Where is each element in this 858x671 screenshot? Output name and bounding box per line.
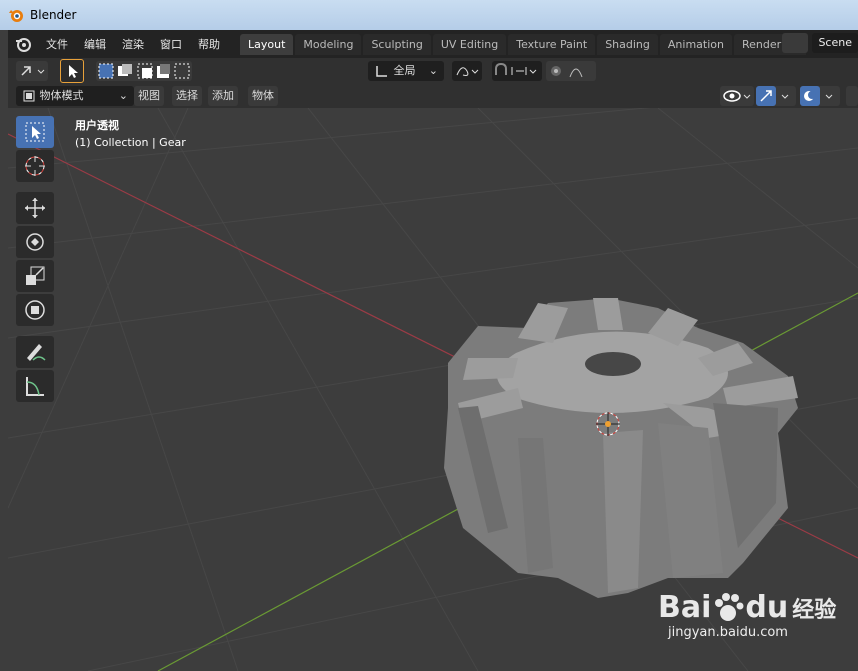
transform-orientation-label: 全局	[393, 64, 416, 77]
selection-mode-icons[interactable]	[96, 61, 192, 81]
select-arrow-icon	[69, 65, 78, 78]
tab-shading[interactable]: Shading	[597, 34, 658, 55]
cursor-icon	[25, 156, 45, 176]
pivot-icon	[21, 66, 45, 76]
overlay-button[interactable]	[800, 86, 840, 106]
collection-label: (1) Collection | Gear	[75, 136, 186, 149]
blender-menu-icon[interactable]	[14, 35, 32, 53]
gizmo-icon	[756, 86, 789, 106]
visibility-button[interactable]	[720, 86, 754, 106]
menu-file[interactable]: 文件	[38, 36, 76, 52]
menu-render[interactable]: 渲染	[114, 36, 152, 52]
snapping-group[interactable]	[492, 61, 542, 81]
tab-animation[interactable]: Animation	[659, 34, 732, 55]
watermark-brand3: 经验	[792, 597, 837, 623]
select-tool-indicator[interactable]	[60, 59, 84, 83]
snap-magnet-icon	[495, 62, 537, 75]
tool-shelf	[16, 116, 56, 404]
scene-name-field[interactable]: Scene	[812, 33, 858, 53]
viewport-info: 用户透视 (1) Collection | Gear	[75, 117, 186, 151]
selection-mode-group	[96, 61, 192, 81]
header-object-menu[interactable]: 物体	[248, 86, 278, 106]
mode-label: 物体模式	[39, 89, 84, 102]
transform-icon	[25, 300, 45, 320]
mode-dropdown[interactable]: 物体模式 ⌄	[16, 86, 134, 106]
tab-uv-editing[interactable]: UV Editing	[432, 34, 507, 55]
proportional-edit-group[interactable]	[546, 61, 596, 81]
transform-orientation-dropdown[interactable]: 全局 ⌄	[368, 61, 444, 81]
watermark-brand2: du	[745, 590, 789, 625]
viewport-scene	[8, 108, 858, 671]
annotate-icon	[27, 344, 46, 361]
proportional-edit-icon	[551, 66, 583, 78]
overlay-icon	[800, 86, 833, 106]
move-icon	[25, 198, 45, 218]
scene-selector: Scene	[782, 33, 858, 53]
scene-browse-button[interactable]	[782, 33, 809, 53]
menu-edit[interactable]: 编辑	[76, 36, 114, 52]
pivot-point-icon	[456, 67, 479, 76]
measure-icon	[26, 377, 44, 396]
orientation-icon	[376, 66, 387, 77]
paw-icon	[715, 592, 744, 621]
move-tool[interactable]	[16, 192, 54, 224]
watermark-brand: Bai	[658, 590, 712, 625]
tab-texture-paint[interactable]: Texture Paint	[508, 34, 596, 55]
tool-settings-bar: 全局 ⌄	[8, 58, 858, 84]
top-bar: 文件 编辑 渲染 窗口 帮助 Layout Modeling Sculpting…	[8, 30, 858, 58]
main-menu: 文件 编辑 渲染 窗口 帮助	[8, 35, 228, 53]
header-add-menu[interactable]: 添加	[208, 86, 238, 106]
select-box-tool[interactable]	[16, 116, 54, 148]
select-box-icon	[25, 122, 45, 142]
header-view-menu[interactable]: 视图	[134, 86, 164, 106]
menu-window[interactable]: 窗口	[152, 36, 190, 52]
xray-button[interactable]	[846, 86, 858, 106]
transform-pivot-button[interactable]	[16, 61, 48, 81]
annotate-tool[interactable]	[16, 336, 54, 368]
view-name: 用户透视	[75, 119, 119, 132]
gear-object[interactable]	[444, 298, 798, 598]
tab-layout[interactable]: Layout	[240, 34, 294, 55]
eye-icon	[723, 90, 751, 102]
rotate-tool[interactable]	[16, 226, 54, 258]
pivot-point-button[interactable]	[452, 61, 482, 81]
tab-modeling[interactable]: Modeling	[295, 34, 362, 55]
window-title: Blender	[30, 8, 77, 22]
watermark-url: jingyan.baidu.com	[668, 625, 788, 640]
object-mode-icon	[23, 90, 35, 102]
3d-viewport[interactable]: 用户透视 (1) Collection | Gear Bai du 经验 jin…	[8, 108, 858, 671]
tab-sculpting[interactable]: Sculpting	[363, 34, 431, 55]
transform-tool[interactable]	[16, 294, 54, 326]
window-titlebar: Blender	[0, 0, 858, 30]
measure-tool[interactable]	[16, 370, 54, 402]
header-select-menu[interactable]: 选择	[172, 86, 202, 106]
gizmo-button[interactable]	[756, 86, 796, 106]
rotate-icon	[26, 233, 44, 251]
menu-help[interactable]: 帮助	[190, 36, 228, 52]
blender-logo-icon	[9, 10, 23, 22]
workspace-tabs: Layout Modeling Sculpting UV Editing Tex…	[240, 33, 808, 55]
cursor-tool[interactable]	[16, 150, 54, 182]
scale-tool[interactable]	[16, 260, 54, 292]
scale-icon	[26, 266, 45, 285]
viewport-header: 物体模式 ⌄ 视图 选择 添加 物体	[8, 84, 858, 108]
